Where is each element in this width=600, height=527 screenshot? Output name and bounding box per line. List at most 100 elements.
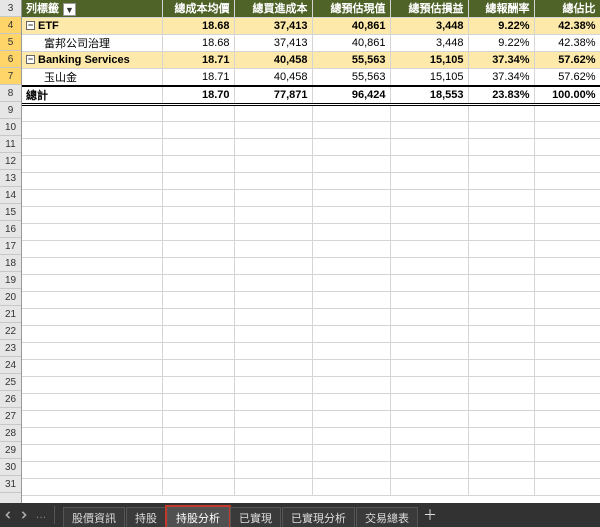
row-header[interactable]: 6 — [0, 51, 21, 68]
table-row[interactable] — [22, 291, 600, 308]
tab-trade-summary[interactable]: 交易總表 — [356, 507, 418, 527]
row-header[interactable]: 12 — [0, 153, 21, 170]
row-header[interactable]: 21 — [0, 306, 21, 323]
table-row[interactable] — [22, 206, 600, 223]
table-row[interactable] — [22, 410, 600, 427]
cell[interactable]: 77,871 — [234, 86, 312, 105]
row-header[interactable]: 13 — [0, 170, 21, 187]
add-sheet-icon[interactable]: ＋ — [419, 505, 441, 525]
table-row[interactable] — [22, 325, 600, 342]
table-row[interactable] — [22, 223, 600, 240]
row-header[interactable]: 24 — [0, 357, 21, 374]
cell[interactable]: 9.22% — [468, 17, 534, 34]
row-header[interactable]: 29 — [0, 442, 21, 459]
col-row-labels[interactable]: 列標籤▼ — [22, 0, 162, 17]
row-header[interactable]: 14 — [0, 187, 21, 204]
table-row[interactable] — [22, 359, 600, 376]
collapse-icon[interactable]: − — [26, 21, 35, 30]
tab-overflow-icon[interactable]: … — [32, 509, 50, 521]
col-est-pl[interactable]: 總預估損益 — [390, 0, 468, 17]
tab-holdings-analysis[interactable]: 持股分析 — [167, 507, 229, 527]
table-row[interactable] — [22, 427, 600, 444]
col-return[interactable]: 總報酬率 — [468, 0, 534, 17]
cell[interactable]: 15,105 — [390, 68, 468, 86]
table-row[interactable] — [22, 393, 600, 410]
table-row[interactable] — [22, 308, 600, 325]
tab-nav-next-icon[interactable] — [16, 504, 32, 526]
row-header[interactable]: 15 — [0, 204, 21, 221]
tab-realized-analysis[interactable]: 已實現分析 — [282, 507, 355, 527]
cell[interactable]: 18.68 — [162, 17, 234, 34]
cell[interactable]: 23.83% — [468, 86, 534, 105]
cell[interactable]: 37,413 — [234, 17, 312, 34]
cell[interactable]: 57.62% — [534, 51, 600, 68]
row-header[interactable]: 23 — [0, 340, 21, 357]
tab-nav-prev-icon[interactable] — [0, 504, 16, 526]
tab-holdings[interactable]: 持股 — [126, 507, 166, 527]
table-row[interactable] — [22, 274, 600, 291]
row-header[interactable]: 18 — [0, 255, 21, 272]
tab-quote-info[interactable]: 股價資訊 — [63, 507, 125, 527]
table-row[interactable] — [22, 121, 600, 138]
group-row-etf[interactable]: −ETF 18.6837,41340,8613,4489.22%42.38% — [22, 17, 600, 34]
cell[interactable]: 18.70 — [162, 86, 234, 105]
col-cost-avg[interactable]: 總成本均價 — [162, 0, 234, 17]
table-row[interactable] — [22, 104, 600, 121]
table-row[interactable] — [22, 376, 600, 393]
cell[interactable]: 9.22% — [468, 34, 534, 51]
cell[interactable]: 18.71 — [162, 51, 234, 68]
cell[interactable]: 40,458 — [234, 51, 312, 68]
row-header[interactable]: 25 — [0, 374, 21, 391]
group-row-banking[interactable]: −Banking Services 18.7140,45855,56315,10… — [22, 51, 600, 68]
cell[interactable]: 40,861 — [312, 34, 390, 51]
table-row[interactable] — [22, 240, 600, 257]
col-est-value[interactable]: 總預估現值 — [312, 0, 390, 17]
filter-dropdown-icon[interactable]: ▼ — [63, 3, 76, 16]
row-header[interactable]: 9 — [0, 102, 21, 119]
table-row[interactable] — [22, 189, 600, 206]
row-header[interactable]: 10 — [0, 119, 21, 136]
cell[interactable]: 55,563 — [312, 68, 390, 86]
table-row[interactable] — [22, 342, 600, 359]
row-header[interactable]: 11 — [0, 136, 21, 153]
table-row[interactable] — [22, 444, 600, 461]
cell[interactable]: 18,553 — [390, 86, 468, 105]
row-header[interactable]: 22 — [0, 323, 21, 340]
total-row[interactable]: 總計 18.7077,87196,42418,55323.83%100.00% — [22, 86, 600, 105]
row-header[interactable]: 16 — [0, 221, 21, 238]
table-row[interactable] — [22, 478, 600, 495]
table-row[interactable] — [22, 155, 600, 172]
row-header[interactable]: 19 — [0, 272, 21, 289]
row-header[interactable]: 3 — [0, 0, 21, 17]
table-row[interactable] — [22, 257, 600, 274]
row-header[interactable]: 5 — [0, 34, 21, 51]
cell[interactable]: 37.34% — [468, 51, 534, 68]
row-header[interactable]: 28 — [0, 425, 21, 442]
row-header[interactable]: 4 — [0, 17, 21, 34]
cell[interactable]: 18.71 — [162, 68, 234, 86]
table-row[interactable] — [22, 138, 600, 155]
row-header[interactable]: 8 — [0, 85, 21, 102]
row-header[interactable]: 30 — [0, 459, 21, 476]
row-header[interactable]: 7 — [0, 68, 21, 85]
cell[interactable]: 3,448 — [390, 17, 468, 34]
table-row[interactable] — [22, 461, 600, 478]
cell[interactable]: 37,413 — [234, 34, 312, 51]
cell[interactable]: 15,105 — [390, 51, 468, 68]
row-header[interactable]: 31 — [0, 476, 21, 493]
leaf-row[interactable]: 玉山金 18.7140,45855,56315,10537.34%57.62% — [22, 68, 600, 86]
row-header[interactable]: 20 — [0, 289, 21, 306]
row-header[interactable]: 27 — [0, 408, 21, 425]
cell[interactable]: 57.62% — [534, 68, 600, 86]
collapse-icon[interactable]: − — [26, 55, 35, 64]
cell[interactable]: 96,424 — [312, 86, 390, 105]
cell[interactable]: 42.38% — [534, 34, 600, 51]
cell[interactable]: 100.00% — [534, 86, 600, 105]
col-cost-total[interactable]: 總買進成本 — [234, 0, 312, 17]
cell[interactable]: 40,861 — [312, 17, 390, 34]
leaf-row[interactable]: 富邦公司治理 18.6837,41340,8613,4489.22%42.38% — [22, 34, 600, 51]
cell[interactable]: 55,563 — [312, 51, 390, 68]
sheet[interactable]: 列標籤▼ 總成本均價 總買進成本 總預估現值 總預估損益 總報酬率 總佔比 −E… — [22, 0, 600, 503]
col-weight[interactable]: 總佔比 — [534, 0, 600, 17]
cell[interactable]: 42.38% — [534, 17, 600, 34]
